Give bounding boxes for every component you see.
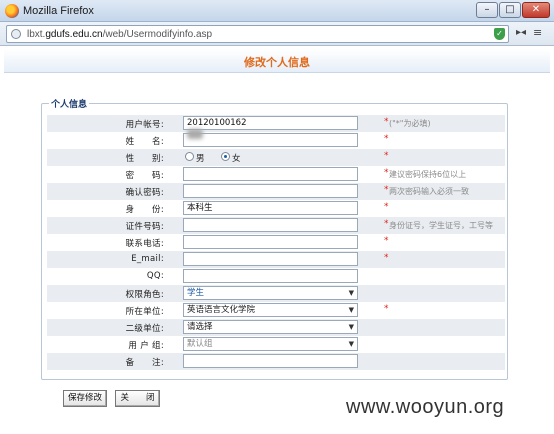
menu-icon[interactable]: ≡ (533, 26, 542, 39)
user-group-select-value: 默认组 (187, 339, 213, 349)
label-identity: 身 份: (125, 205, 164, 215)
window-titlebar: Mozilla Firefox – □ ✕ (0, 0, 554, 22)
radio-male-label: 男 (196, 154, 205, 164)
row-account: 用户帐号: 20120100162 * ("*"为必填) (47, 115, 505, 132)
required-mark: * (384, 134, 389, 144)
row-qq: QQ: (47, 268, 505, 285)
save-button[interactable]: 保存修改 (63, 390, 107, 407)
label-phone: 联系电话: (125, 239, 164, 249)
required-mark: * (384, 202, 389, 212)
close-window-button[interactable]: ✕ (522, 2, 550, 18)
remark-field[interactable] (183, 354, 358, 368)
row-subunit: 二级单位: 请选择 ▼ (47, 319, 505, 336)
radio-male[interactable] (185, 152, 194, 161)
subunit-select-value: 请选择 (187, 322, 213, 332)
chevron-down-icon: ▼ (348, 289, 354, 297)
row-role: 权限角色: 学生 ▼ (47, 285, 505, 302)
url-text: lbxt.gdufs.edu.cn/web/Usermodifyinfo.asp (27, 29, 213, 40)
close-button[interactable]: 关 闭 (115, 390, 160, 407)
label-user-group: 用 户 组: (128, 341, 164, 351)
label-role: 权限角色: (125, 290, 164, 300)
row-name: 姓 名: * (47, 129, 505, 149)
identity-field[interactable]: 本科生 (183, 201, 358, 215)
email-field[interactable] (183, 252, 358, 266)
minimize-button[interactable]: – (476, 2, 498, 18)
user-group-select[interactable]: 默认组 ▼ (183, 337, 358, 351)
confirm-password-field[interactable] (183, 184, 358, 198)
chevron-down-icon: ▼ (348, 340, 354, 348)
qq-field[interactable] (183, 269, 358, 283)
tools-icon[interactable]: ▸◂ (516, 27, 526, 38)
firefox-icon (5, 4, 19, 18)
row-password: 密 码: * 建议密码保持6位以上 (47, 166, 505, 183)
group-legend: 个人信息 (49, 97, 90, 110)
label-password: 密 码: (125, 171, 164, 181)
row-identity: 身 份: 本科生 * (47, 200, 505, 217)
watermark: www.wooyun.org (346, 396, 505, 418)
role-select[interactable]: 学生 ▼ (183, 286, 358, 300)
url-input[interactable]: lbxt.gdufs.edu.cn/web/Usermodifyinfo.asp… (6, 25, 509, 43)
chevron-down-icon: ▼ (348, 306, 354, 314)
required-mark: * (384, 168, 389, 178)
page-header: 修改个人信息 (4, 49, 550, 73)
label-email: E_mail: (131, 254, 164, 264)
hint-password: 建议密码保持6位以上 (389, 170, 467, 179)
hint-confirm: 两次密码输入必须一致 (389, 187, 469, 196)
radio-female-label: 女 (232, 154, 241, 164)
required-mark: * (384, 219, 389, 229)
required-mark: * (384, 117, 389, 127)
label-subunit: 二级单位: (125, 324, 164, 334)
role-select-value: 学生 (187, 288, 205, 298)
label-qq: QQ: (146, 271, 164, 281)
chevron-down-icon: ▼ (348, 323, 354, 331)
password-field[interactable] (183, 167, 358, 181)
subunit-select[interactable]: 请选择 ▼ (183, 320, 358, 334)
required-mark: * (384, 151, 389, 161)
required-mark: * (384, 253, 389, 263)
label-unit: 所在单位: (125, 307, 164, 317)
page-title: 修改个人信息 (244, 56, 310, 69)
hint-required: ("*"为必填) (389, 119, 431, 128)
label-gender: 性 别: (125, 154, 164, 164)
hint-id-number: 身份证号，学生证号，工号等 (389, 221, 493, 230)
required-mark: * (384, 236, 389, 246)
phone-field[interactable] (183, 235, 358, 249)
maximize-button[interactable]: □ (499, 2, 521, 18)
row-remark: 备 注: (47, 353, 505, 370)
unit-select-value: 英语语言文化学院 (187, 305, 256, 315)
row-phone: 联系电话: * (47, 234, 505, 251)
label-confirm-password: 确认密码: (125, 188, 164, 198)
page-content: 修改个人信息 个人信息 用户帐号: 20120100162 * ("*"为必填)… (0, 47, 554, 434)
id-number-field[interactable] (183, 218, 358, 232)
required-mark: * (384, 185, 389, 195)
label-id-number: 证件号码: (125, 222, 164, 232)
radio-female[interactable] (221, 152, 230, 161)
account-field[interactable]: 20120100162 (183, 116, 358, 130)
name-field[interactable] (183, 129, 358, 147)
required-mark: * (384, 304, 389, 314)
window-title: Mozilla Firefox (23, 5, 94, 17)
unit-select[interactable]: 英语语言文化学院 ▼ (183, 303, 358, 317)
shield-icon[interactable]: ✓ (494, 28, 505, 40)
row-gender: 性 别: 男 女 * (47, 149, 505, 166)
row-id-number: 证件号码: * 身份证号，学生证号，工号等 (47, 217, 505, 234)
label-account: 用户帐号: (125, 120, 164, 130)
blurred-name (187, 129, 203, 139)
address-bar: lbxt.gdufs.edu.cn/web/Usermodifyinfo.asp… (0, 22, 554, 46)
label-remark: 备 注: (125, 358, 164, 368)
globe-icon (11, 29, 21, 39)
row-email: E_mail: * (47, 251, 505, 268)
row-unit: 所在单位: 英语语言文化学院 ▼ * (47, 302, 505, 319)
row-user-group: 用 户 组: 默认组 ▼ (47, 336, 505, 353)
row-confirm-password: 确认密码: * 两次密码输入必须一致 (47, 183, 505, 200)
label-name: 姓 名: (125, 137, 164, 147)
